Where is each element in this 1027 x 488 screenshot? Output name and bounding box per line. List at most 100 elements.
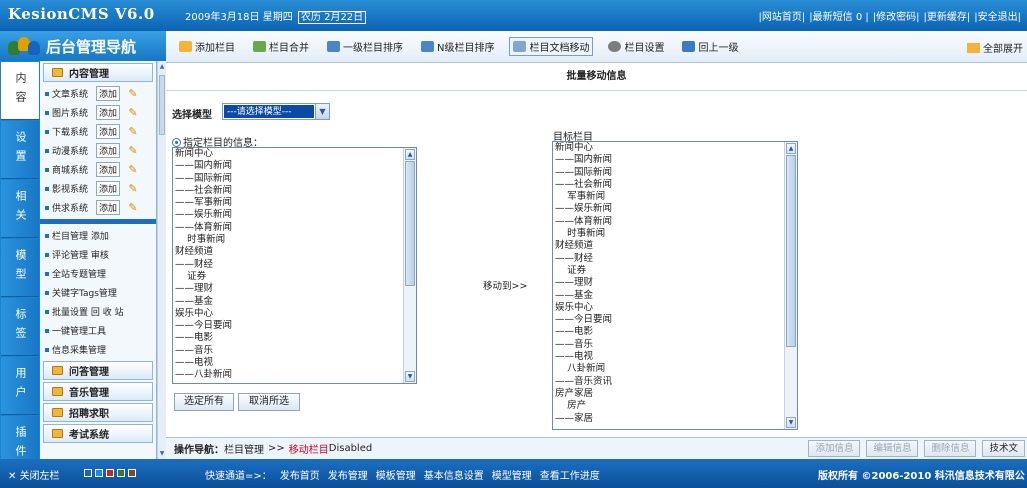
sort-level1-button[interactable]: 一级栏目排序 [324,37,406,56]
tab-settings[interactable]: 设置 [1,121,39,179]
add-button[interactable]: 添加 [96,162,120,177]
model-select[interactable]: ---请选择模型--- ▼ [222,103,330,120]
quick-link[interactable]: 模型管理 [492,467,532,482]
list-option[interactable]: ——体育新闻 [175,222,403,234]
cancel-selection-button[interactable]: 取消所选 [238,393,300,411]
add-button[interactable]: 添加 [96,200,120,215]
tab-labels[interactable]: 标签 [1,298,39,356]
scroll-down-icon[interactable]: ▼ [159,449,165,458]
menu-item[interactable]: 评论管理 审核 [40,245,156,264]
link-update-cache[interactable]: |更新缓存| [924,8,971,23]
target-listbox[interactable]: 新闻中心 ——国内新闻 ——国际新闻 ——社会新闻 军事新闻 ——娱乐新闻 ——体育新闻 … [552,141,798,430]
tab-content[interactable]: 内容 [1,62,39,120]
nav-crumb-column[interactable]: 栏目管理 [224,441,264,456]
section-content-management[interactable]: 内容管理 [43,63,153,82]
tech-doc-button[interactable]: 技术文 [982,440,1025,457]
list-option[interactable]: 证券 [175,271,403,283]
link-logout[interactable]: |安全退出| [974,8,1021,23]
expand-all-button[interactable]: 全部展开 [967,40,1023,55]
source-scrollbar[interactable]: ▲ ▼ [403,148,416,383]
section-qa[interactable]: 问答管理 [43,361,153,380]
system-name[interactable]: 商城系统 [52,163,94,176]
list-option[interactable]: ——国内新闻 [555,154,784,166]
list-option[interactable]: ——理财 [555,277,784,289]
list-option[interactable]: ——娱乐新闻 [175,209,403,221]
list-option[interactable]: ——电视 [175,357,403,369]
move-docs-button[interactable]: 栏目文档移动 [509,37,594,56]
sidebar-scrollbar[interactable]: ▲ ▼ [157,61,166,459]
swatch-red[interactable] [106,469,114,477]
chevron-down-icon[interactable]: ▼ [315,104,329,119]
delete-info-button[interactable]: 删除信息 [924,440,977,457]
list-option[interactable]: 新闻中心 [175,148,403,160]
list-option[interactable]: ——娱乐新闻 [555,203,784,215]
list-option[interactable]: ——音乐资讯 [555,376,784,388]
section-exam[interactable]: 考试系统 [43,424,153,443]
scroll-thumb[interactable] [786,155,796,347]
quick-link[interactable]: 模板管理 [376,467,416,482]
edit-icon[interactable]: ✎ [126,201,140,215]
list-option[interactable]: ——基金 [175,296,403,308]
swatch-brown[interactable] [128,469,136,477]
swatch-green[interactable] [117,469,125,477]
column-settings-button[interactable]: 栏目设置 [605,37,667,56]
system-name[interactable]: 文章系统 [52,87,94,100]
list-option[interactable]: ——国际新闻 [555,167,784,179]
edit-icon[interactable]: ✎ [126,163,140,177]
list-option[interactable]: ——今日要闻 [555,314,784,326]
quick-link[interactable]: 发布管理 [328,467,368,482]
tab-related[interactable]: 相关 [1,180,39,238]
link-messages[interactable]: |最新短信 0 | [809,8,868,23]
add-button[interactable]: 添加 [96,124,120,139]
swatch-lightblue[interactable] [95,469,103,477]
list-option[interactable]: 房产 [555,400,784,412]
menu-item[interactable]: 信息采集管理 [40,340,156,359]
list-option[interactable]: ——音乐 [175,345,403,357]
list-option[interactable]: 时事新闻 [555,228,784,240]
scroll-thumb[interactable] [405,161,415,286]
list-option[interactable]: ——电影 [555,326,784,338]
source-listbox[interactable]: 新闻中心 ——国内新闻 ——国际新闻 ——社会新闻 ——军事新闻 ——娱乐新闻 ——体育新闻… [172,147,417,384]
menu-item[interactable]: 一键管理工具 [40,321,156,340]
list-option[interactable]: ——体育新闻 [555,216,784,228]
menu-item[interactable]: 关键字Tags管理 [40,283,156,302]
list-option[interactable]: ——电视 [555,351,784,363]
source-radio[interactable] [172,138,181,147]
link-home[interactable]: |网站首页| [759,8,806,23]
list-option[interactable]: 时事新闻 [175,234,403,246]
edit-icon[interactable]: ✎ [126,125,140,139]
system-name[interactable]: 下载系统 [52,125,94,138]
system-name[interactable]: 影视系统 [52,182,94,195]
edit-icon[interactable]: ✎ [126,87,140,101]
list-option[interactable]: ——国际新闻 [175,173,403,185]
system-name[interactable]: 供求系统 [52,201,94,214]
list-option[interactable]: 证券 [555,265,784,277]
edit-icon[interactable]: ✎ [126,144,140,158]
sort-nlevel-button[interactable]: N级栏目排序 [418,37,497,56]
system-name[interactable]: 图片系统 [52,106,94,119]
target-scrollbar[interactable]: ▲ ▼ [784,142,797,429]
menu-item[interactable]: 栏目管理 添加 [40,226,156,245]
add-info-button[interactable]: 添加信息 [808,440,861,457]
select-all-button[interactable]: 选定所有 [174,393,234,411]
list-option[interactable]: ——电影 [175,332,403,344]
merge-column-button[interactable]: 栏目合并 [250,37,312,56]
list-option[interactable]: 财经频道 [175,246,403,258]
scroll-down-icon[interactable]: ▼ [786,417,796,428]
add-button[interactable]: 添加 [96,105,120,120]
scroll-up-icon[interactable]: ▲ [159,62,165,71]
list-option[interactable]: 八卦新闻 [555,363,784,375]
list-option[interactable]: 军事新闻 [555,191,784,203]
swatch-blue[interactable] [84,469,92,477]
list-option[interactable]: ——社会新闻 [175,185,403,197]
list-option[interactable]: ——八卦新闻 [175,369,403,381]
menu-item[interactable]: 批量设置 回 收 站 [40,302,156,321]
list-option[interactable]: ——国内新闻 [175,160,403,172]
edit-icon[interactable]: ✎ [126,182,140,196]
add-button[interactable]: 添加 [96,86,120,101]
edit-icon[interactable]: ✎ [126,106,140,120]
scroll-up-icon[interactable]: ▲ [405,149,415,160]
list-option[interactable]: ——财经 [175,259,403,271]
list-option[interactable]: 新闻中心 [555,142,784,154]
scroll-down-icon[interactable]: ▼ [405,371,415,382]
